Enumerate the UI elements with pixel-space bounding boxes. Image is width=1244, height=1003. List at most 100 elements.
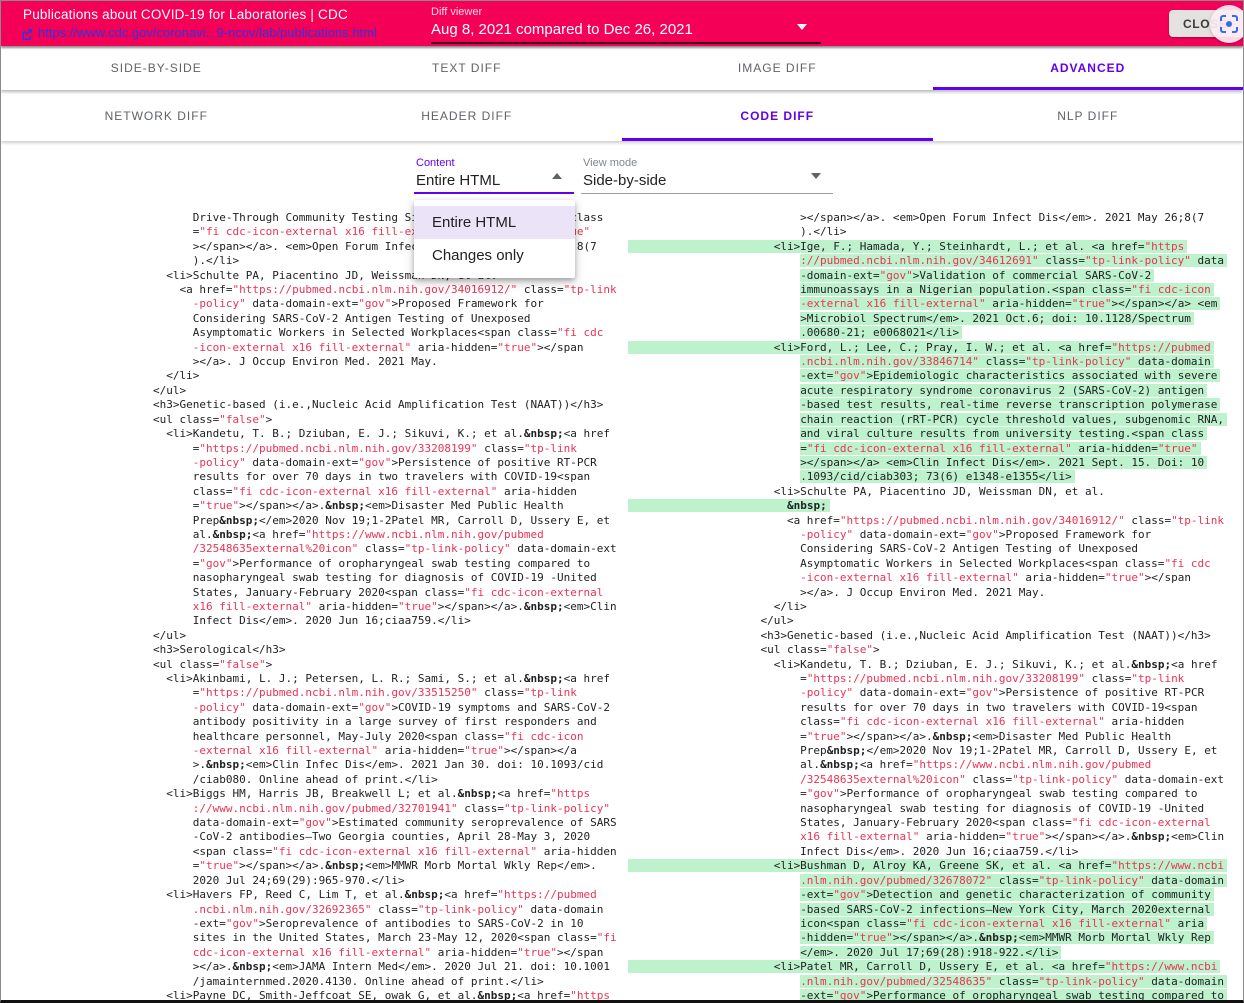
page-url-link[interactable]: https://www.cdc.gov/coronavi...9-ncov/la… [38, 25, 377, 40]
code-line: </li> [628, 600, 1227, 614]
code-line: -ext="gov">Detection and genetic charact… [628, 888, 1227, 902]
primary-tab-bar: SIDE-BY-SIDE TEXT DIFF IMAGE DIFF ADVANC… [1, 46, 1243, 90]
added-highlight: .ncbi.nlm.nih.gov/33846714" class="tp-li… [800, 355, 1214, 368]
code-line: &nbsp; [628, 499, 1227, 513]
added-highlight: -ext="gov">Performance of oropharyngeal … [800, 989, 1227, 1002]
code-line: <li>Ford, L.; Lee, C.; Pray, I. W.; et a… [628, 341, 1227, 355]
content-select[interactable]: Content Entire HTML [414, 155, 574, 194]
code-line: ></a>. J Occup Environ Med. 2021 May. [628, 586, 1227, 600]
tab-nlp-diff[interactable]: NLP DIFF [933, 90, 1244, 141]
code-line: .nlm.nih.gov/pubmed/32678072" class="tp-… [628, 874, 1227, 888]
tab-header-diff[interactable]: HEADER DIFF [312, 90, 623, 141]
code-line: <ul class="false"> [153, 658, 617, 672]
code-line: ="true"></span></a>.&nbsp;<em>Disaster M… [153, 499, 617, 513]
code-line: States, January-February 2020<span class… [628, 816, 1227, 830]
code-line: <ul class="false"> [153, 413, 617, 427]
added-highlight: .nlm.nih.gov/pubmed/32678072" class="tp-… [800, 874, 1227, 887]
code-line: >.&nbsp;<em>Clin Infec Dis</em>. 2021 Ja… [153, 758, 617, 772]
code-line: ="true"></span></a>.&nbsp;<em>MMWR Morb … [153, 859, 617, 873]
code-line: chain reaction (rRT-PCR) cycle threshold… [628, 413, 1227, 427]
tab-code-diff[interactable]: CODE DIFF [622, 90, 933, 141]
chevron-down-icon [811, 173, 821, 179]
code-line: -policy" data-domain-ext="gov">Proposed … [628, 528, 1227, 542]
added-highlight: .1093/cid/ciab303; 73(6) e1348-e1355</li… [800, 470, 1075, 483]
code-line: Prep&nbsp;</em>2020 Nov 19;1-2Patel MR, … [153, 514, 617, 528]
code-line: class="fi cdc-icon-external x16 fill-ext… [153, 485, 617, 499]
tab-side-by-side[interactable]: SIDE-BY-SIDE [1, 46, 312, 90]
added-highlight: -hidden="true"></span></a>.&nbsp;<em>MMW… [800, 931, 1214, 944]
tab-image-diff[interactable]: IMAGE DIFF [622, 46, 933, 90]
added-highlight: -based test results, real-time reverse t… [800, 398, 1220, 411]
code-line: -policy" data-domain-ext="gov">COVID-19 … [153, 701, 617, 715]
code-line: data-domain-ext="gov">Estimated communit… [153, 816, 617, 830]
added-highlight: icon<span class="fi cdc-icon-external x1… [800, 917, 1207, 930]
code-line: -policy" data-domain-ext="gov">Persisten… [153, 456, 617, 470]
code-line: -ext="gov">Epidemiologic characteristics… [628, 369, 1227, 383]
added-highlight: >Microbiol Spectrum</em>. 2021 Oct.6; do… [800, 312, 1194, 325]
added-highlight: <li>Ford, L.; Lee, C.; Pray, I. W.; et a… [628, 341, 1214, 354]
code-line: cdc-icon-external x16 fill-external" ari… [153, 946, 617, 960]
tab-network-diff[interactable]: NETWORK DIFF [1, 90, 312, 141]
content-select-label: Content [414, 155, 574, 169]
tab-text-diff[interactable]: TEXT DIFF [312, 46, 623, 90]
code-pane-left: Drive-Through Community Testing Site for… [153, 211, 617, 1003]
code-line: <h3>Genetic-based (i.e.,Nucleic Acid Amp… [628, 629, 1227, 643]
code-line: /ciab080. Online ahead of print.</li> [153, 773, 617, 787]
code-line: healthcare personnel, May-July 2020<span… [153, 730, 617, 744]
code-line: ="gov">Performance of oropharyngeal swab… [628, 787, 1227, 801]
code-line: ="https://pubmed.ncbi.nlm.nih.gov/332081… [153, 442, 617, 456]
code-line: ></span></a> <em>Clin Infect Dis</em>. 2… [628, 456, 1227, 470]
menu-option-changes-only[interactable]: Changes only [414, 239, 575, 272]
code-line: <h3>Genetic-based (i.e.,Nucleic Acid Amp… [153, 398, 617, 412]
code-line: nasopharyngeal swab testing for diagnosi… [153, 571, 617, 585]
code-line: <li>Bushman D, Alroy KA, Greene SK, et a… [628, 859, 1227, 873]
code-line: ).</li> [628, 225, 1227, 239]
added-highlight: -domain-ext="gov">Validation of commerci… [800, 269, 1154, 282]
code-line: x16 fill-external" aria-hidden="true"></… [628, 830, 1227, 844]
code-line: </ul> [628, 614, 1227, 628]
code-line: -icon-external x16 fill-external" aria-h… [153, 341, 617, 355]
code-line: al.&nbsp;<a href="https://www.ncbi.nlm.n… [153, 528, 617, 542]
external-link-icon [21, 27, 33, 39]
menu-option-entire-html[interactable]: Entire HTML [414, 206, 575, 239]
code-line: States, January-February 2020<span class… [153, 586, 617, 600]
code-line: -policy" data-domain-ext="gov">Persisten… [628, 686, 1227, 700]
view-mode-select[interactable]: View mode Side-by-side [581, 155, 833, 194]
added-highlight: .00680-21; e0068021</li> [800, 326, 962, 339]
page-title: Publications about COVID-19 for Laborato… [23, 7, 348, 22]
code-line: -CoV-2 antibodies–Two Georgia counties, … [153, 830, 617, 844]
code-line: Asymptomatic Workers in Selected Workpla… [628, 557, 1227, 571]
code-line: .00680-21; e0068021</li> [628, 326, 1227, 340]
header-bar: Publications about COVID-19 for Laborato… [1, 1, 1243, 46]
code-line: ://pubmed.ncbi.nlm.nih.gov/34612691" cla… [628, 254, 1227, 268]
extension-badge[interactable] [1210, 5, 1244, 43]
added-highlight: -based SARS-CoV-2 infections–New York Ci… [800, 903, 1214, 916]
code-line: <li>Patel MR, Carroll D, Ussery E, et al… [628, 960, 1227, 974]
added-highlight: ></span></a> <em>Clin Infect Dis</em>. 2… [800, 456, 1207, 469]
code-line: -external x16 fill-external" aria-hidden… [153, 744, 617, 758]
code-line: ></span></a>. <em>Open Forum Infect Dis<… [628, 211, 1227, 225]
added-highlight: <li>Patel MR, Carroll D, Ussery E, et al… [628, 960, 1220, 973]
code-line: Infect Dis</em>. 2020 Jun 16;ciaa759.</l… [628, 845, 1227, 859]
code-line: <li>Kandetu, T. B.; Dziuban, E. J.; Siku… [153, 427, 617, 441]
added-highlight: -external x16 fill-external" aria-hidden… [800, 297, 1220, 310]
code-line: ://www.ncbi.nlm.nih.gov/pubmed/32701941"… [153, 802, 617, 816]
chevron-down-icon [797, 24, 807, 30]
code-line: Considering SARS-CoV-2 Antigen Testing o… [628, 542, 1227, 556]
added-highlight: -ext="gov">Detection and genetic charact… [800, 888, 1214, 901]
code-line: <h3>Serological</h3> [153, 643, 617, 657]
added-highlight: -ext="gov">Epidemiologic characteristics… [800, 369, 1220, 382]
code-line: </li> [153, 369, 617, 383]
code-line: <a href="https://pubmed.ncbi.nlm.nih.gov… [628, 514, 1227, 528]
added-highlight: immunoassays in a Nigerian population.<s… [800, 283, 1214, 296]
code-line: Considering SARS-CoV-2 Antigen Testing o… [153, 312, 617, 326]
added-highlight: ://pubmed.ncbi.nlm.nih.gov/34612691" cla… [800, 254, 1227, 267]
code-line: ="fi cdc-icon-external x16 fill-external… [628, 442, 1227, 456]
code-line: ="https://pubmed.ncbi.nlm.nih.gov/335152… [153, 686, 617, 700]
snapshot-date-select[interactable]: Diff viewer Aug 8, 2021 compared to Dec … [431, 6, 821, 44]
code-line: .1093/cid/ciab303; 73(6) e1348-e1355</li… [628, 470, 1227, 484]
added-highlight: <li>Ige, F.; Hamada, Y.; Steinhardt, L.;… [628, 240, 1187, 253]
tab-advanced[interactable]: ADVANCED [933, 46, 1244, 90]
secondary-tab-bar: NETWORK DIFF HEADER DIFF CODE DIFF NLP D… [1, 90, 1243, 141]
code-line: -based SARS-CoV-2 infections–New York Ci… [628, 903, 1227, 917]
